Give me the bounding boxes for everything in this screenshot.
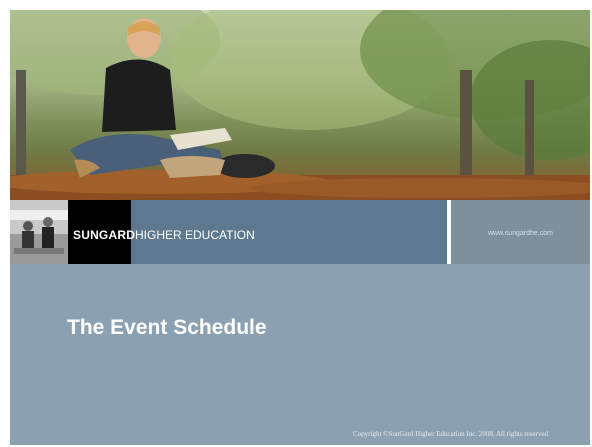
brand-logo: SUNGARD <box>73 228 136 242</box>
website-link[interactable]: www.sungardhe.com <box>488 230 553 237</box>
copyright-notice: Copyright ©SunGard Higher Education Inc.… <box>353 430 549 438</box>
hero-photo <box>10 10 590 200</box>
hero-photo-illustration <box>10 10 590 200</box>
branding-band: SUNGARD HIGHER EDUCATION www.sungardhe.c… <box>10 200 590 264</box>
brand-subtitle: HIGHER EDUCATION <box>135 228 255 242</box>
people-thumbnail <box>10 200 68 264</box>
slide-title: The Event Schedule <box>67 316 267 339</box>
presentation-slide: SUNGARD HIGHER EDUCATION www.sungardhe.c… <box>10 10 590 445</box>
people-thumbnail-illustration <box>10 200 68 264</box>
